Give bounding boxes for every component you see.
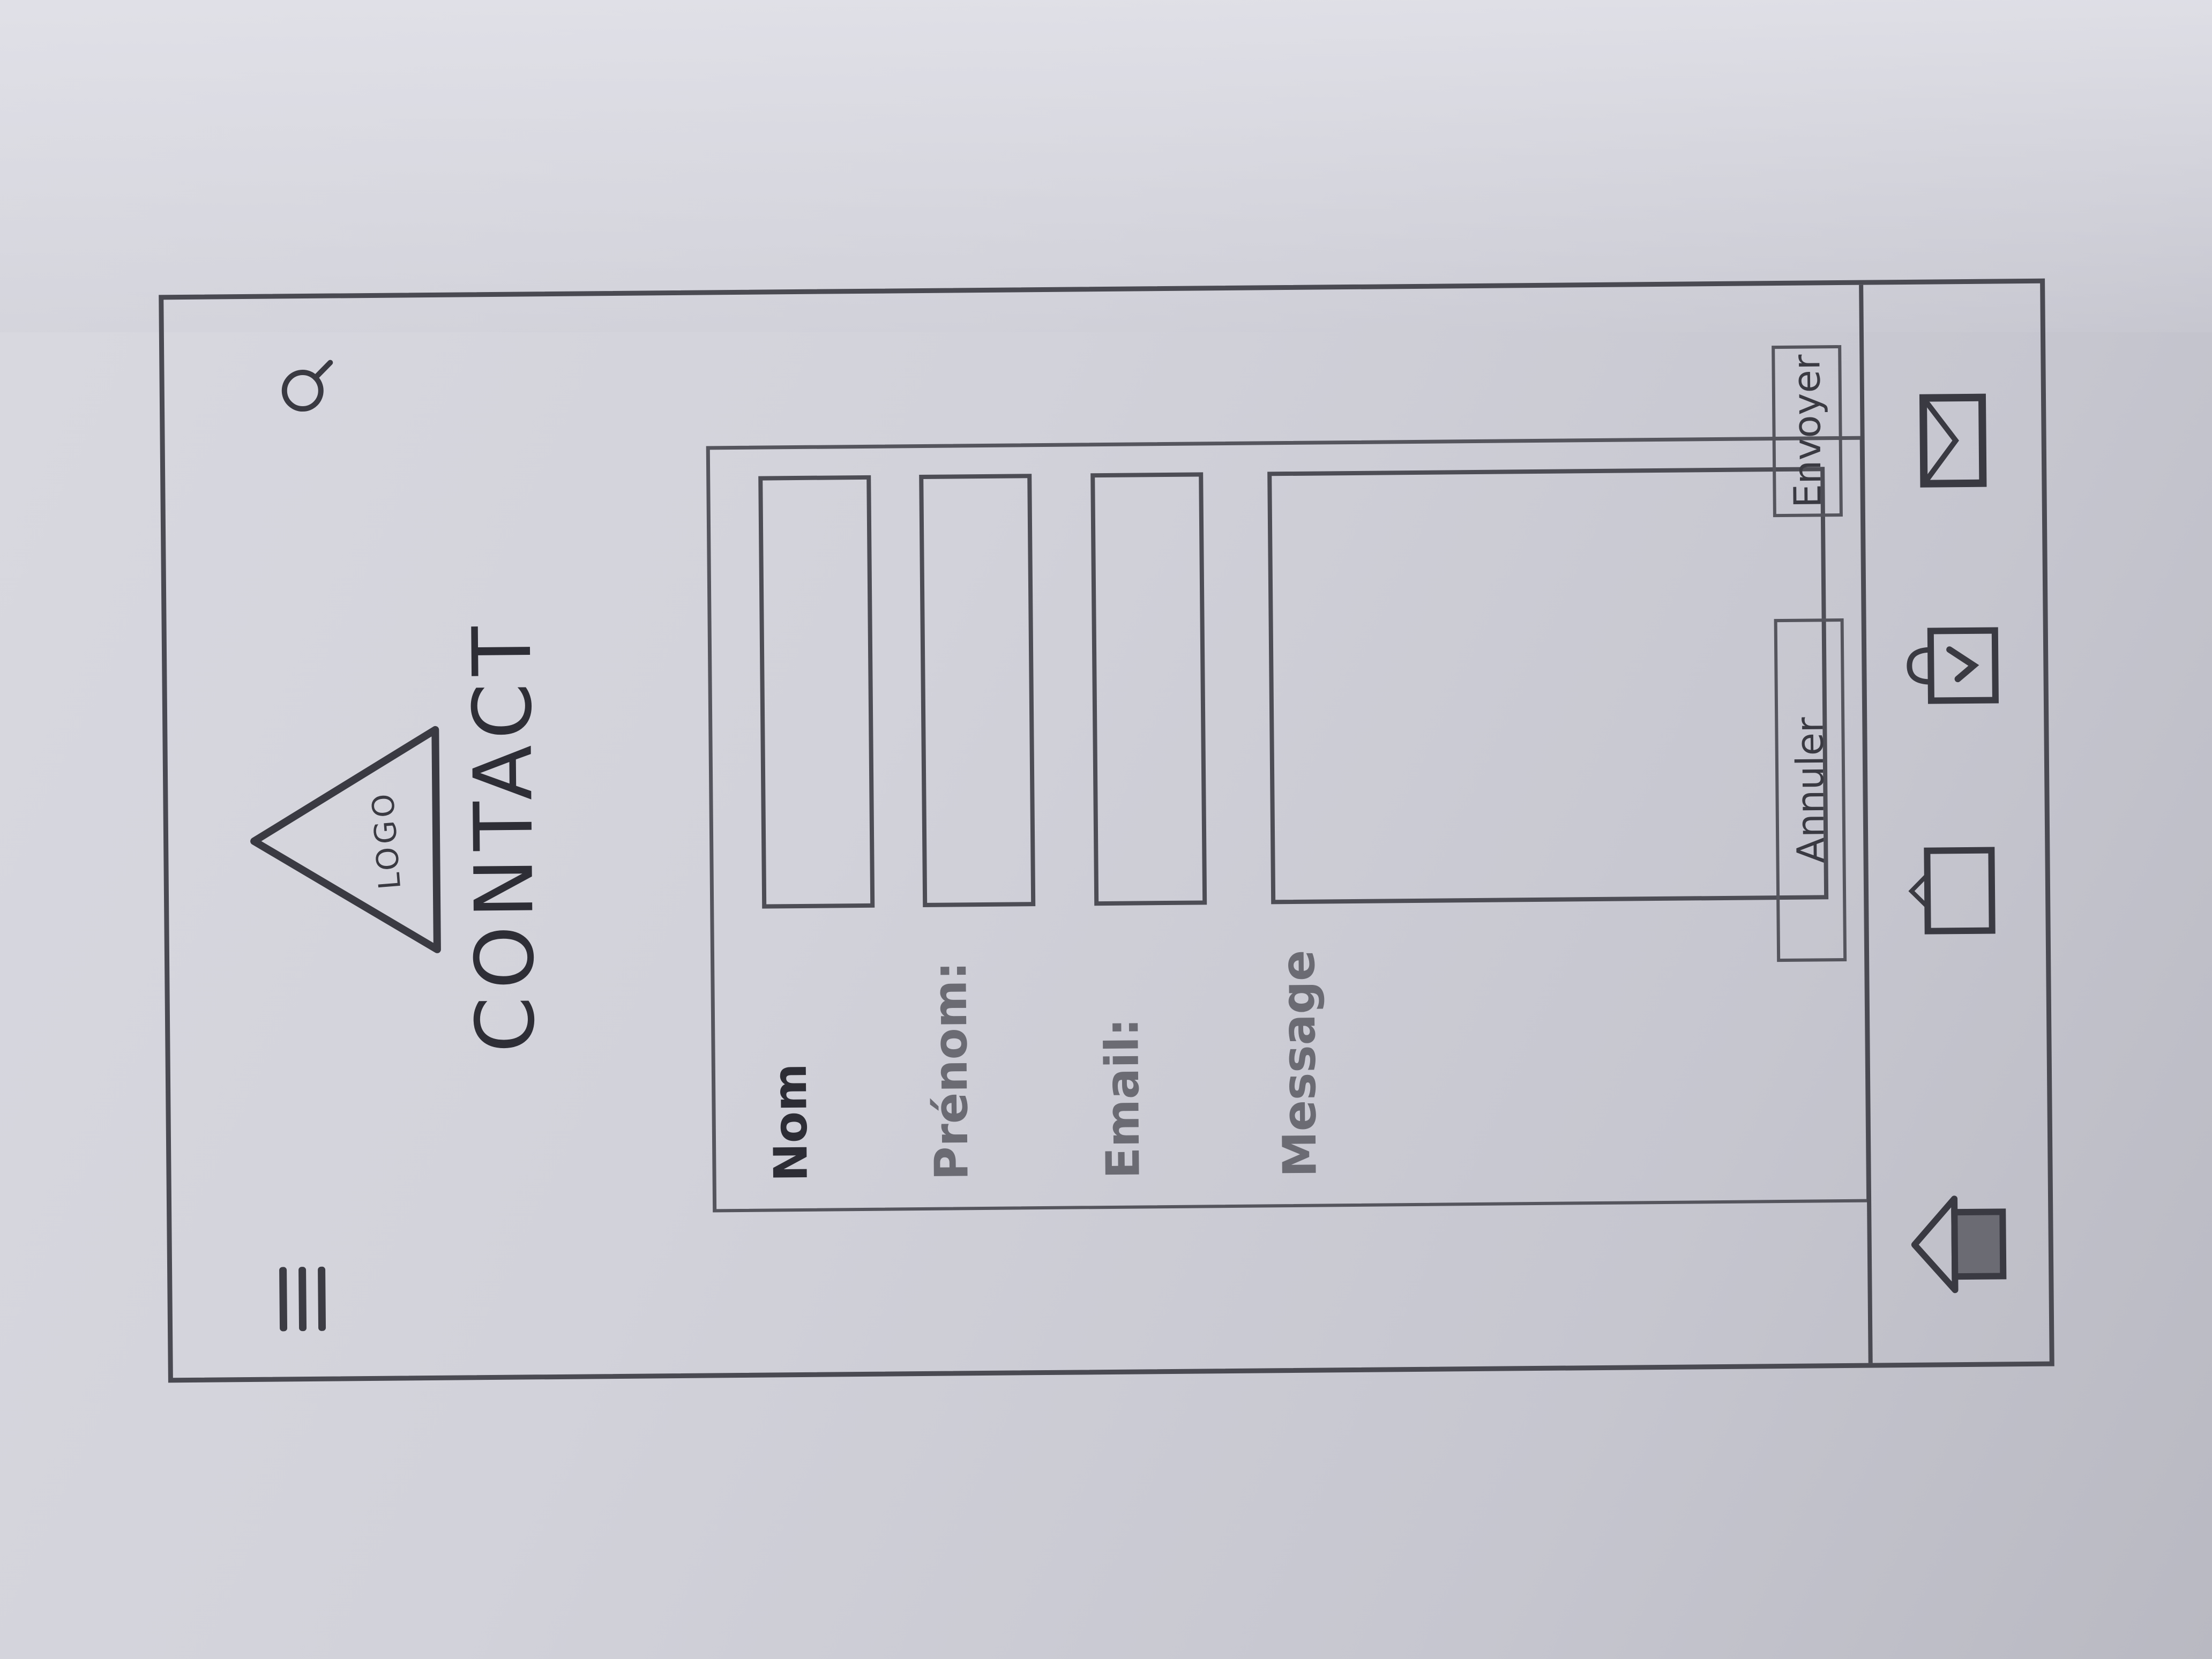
name-label: Nom <box>763 1063 818 1182</box>
cancel-button[interactable]: Annuler <box>1774 618 1847 962</box>
shopping-bag-icon[interactable] <box>1899 611 2007 720</box>
form-row-message: Message <box>1267 445 1829 1204</box>
form-row-nom: Nom <box>758 450 875 1209</box>
hamburger-menu-icon[interactable] <box>279 1266 344 1332</box>
news-icon[interactable] <box>1900 836 2008 945</box>
search-icon[interactable] <box>276 357 336 417</box>
message-textarea[interactable] <box>1267 467 1829 905</box>
name-input[interactable] <box>758 475 875 909</box>
contact-form: Nom Prénom: Email: Message <box>706 436 1871 1213</box>
app-header: LOGO CONTACT <box>163 297 553 1378</box>
submit-button[interactable]: Envoyer <box>1772 345 1843 518</box>
first-name-input[interactable] <box>919 474 1036 907</box>
mail-icon[interactable] <box>1896 386 2005 495</box>
email-input[interactable] <box>1090 472 1207 906</box>
page-title: CONTACT <box>455 618 553 1053</box>
first-name-label: Prénom: <box>923 961 979 1180</box>
phone-frame: LOGO CONTACT Nom Prénom: Email: Message … <box>159 278 2054 1383</box>
form-row-prenom: Prénom: <box>919 448 1036 1207</box>
email-label: Email: <box>1095 1018 1150 1179</box>
logo: LOGO <box>242 722 448 959</box>
sketch-stage: LOGO CONTACT Nom Prénom: Email: Message … <box>0 0 2212 1659</box>
message-label: Message <box>1271 950 1327 1178</box>
bottom-nav <box>1859 283 2050 1363</box>
form-row-email: Email: <box>1090 446 1207 1206</box>
logo-triangle-icon <box>250 726 441 953</box>
home-icon[interactable] <box>1903 1190 2012 1298</box>
